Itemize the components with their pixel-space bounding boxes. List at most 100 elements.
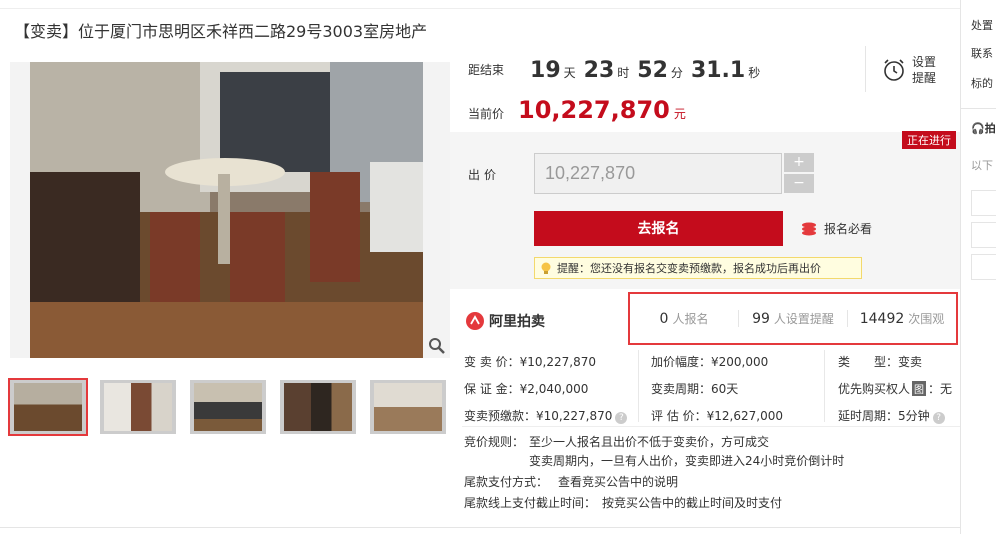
bid-increase-button[interactable]: + xyxy=(784,153,814,172)
thumbnail-2[interactable] xyxy=(100,380,176,434)
info-value: 无 xyxy=(940,382,953,396)
column-divider xyxy=(824,350,825,422)
tip-box: 提醒：您还没有报名交变卖预缴款，报名成功后再出价 xyxy=(534,257,862,279)
bid-label: 出价 xyxy=(468,168,501,182)
info-label: 变 卖 价： xyxy=(464,355,520,369)
payment-deadline-label: 尾款线上支付截止时间： xyxy=(464,496,597,510)
tip-text: 提醒：您还没有报名交变卖预缴款，报名成功后再出价 xyxy=(557,262,821,275)
sidebar-item-disposal[interactable]: 处置 xyxy=(971,17,993,33)
countdown-minutes: 52 xyxy=(637,58,668,83)
current-price-value: 10,227,870 xyxy=(518,96,670,124)
countdown-minutes-unit: 分 xyxy=(670,66,683,80)
sidebar-item-contact[interactable]: 联系 xyxy=(971,45,993,61)
stat-signups: 0 人报名 xyxy=(630,310,739,327)
info-label: 优先购买权人 xyxy=(838,382,911,396)
thumbnail-3[interactable] xyxy=(190,380,266,434)
countdown-seconds: 31.1 xyxy=(690,58,746,83)
info-value: ¥200,000 xyxy=(711,355,769,369)
current-price-unit: 元 xyxy=(673,107,686,121)
coins-icon xyxy=(802,222,816,235)
bid-stepper: + − xyxy=(784,153,814,195)
signup-button[interactable]: 去报名 xyxy=(534,211,783,246)
payment-deadline: 尾款线上支付截止时间： 按竞买公告中的截止时间及时支付 xyxy=(464,494,782,511)
status-badge: 正在进行 xyxy=(902,131,956,149)
info-period: 变卖周期：60天 xyxy=(651,380,738,397)
sidebar-item-target[interactable]: 标的 xyxy=(971,75,993,91)
info-label: 变卖预缴款： xyxy=(464,409,537,423)
user-icon[interactable] xyxy=(971,222,996,248)
info-value: 变卖 xyxy=(898,355,923,369)
column-divider xyxy=(638,350,639,422)
countdown-seconds-unit: 秒 xyxy=(748,66,761,80)
info-value: ¥2,040,000 xyxy=(519,382,589,396)
payment-deadline-value: 按竞买公告中的截止时间及时支付 xyxy=(602,496,783,510)
preemption-badge[interactable]: 图 xyxy=(912,381,927,396)
current-price-row: 当前价 10,227,870 元 xyxy=(468,96,686,124)
remind-line2: 提醒 xyxy=(912,71,937,85)
info-value: ¥10,227,870 xyxy=(536,409,613,423)
stat-reminders-count: 99 xyxy=(752,311,770,327)
countdown-days: 19 xyxy=(530,58,561,83)
thumbnail-strip xyxy=(8,378,446,436)
help-icon[interactable]: ? xyxy=(615,412,628,424)
payment-method: 尾款支付方式： 查看竞买公告中的说明 xyxy=(464,473,678,490)
info-delay: 延时周期：5分钟? xyxy=(838,407,945,424)
info-label: 加价幅度： xyxy=(651,355,712,369)
current-price-label: 当前价 xyxy=(468,107,505,121)
zoom-icon[interactable] xyxy=(428,337,446,359)
bid-decrease-button[interactable]: − xyxy=(784,174,814,193)
grid-icon[interactable] xyxy=(971,254,996,280)
rules-line1: 至少一人报名且出价不低于变卖价，方可成交 xyxy=(529,435,770,449)
person-icon[interactable] xyxy=(971,190,996,216)
countdown-label: 距结束 xyxy=(468,63,505,77)
info-value: 5分钟 xyxy=(898,409,930,423)
info-label: 评 估 价： xyxy=(651,409,707,423)
stat-reminders-label: 人设置提醒 xyxy=(773,312,834,326)
right-sidebar: 处置 联系 标的 🎧拍 以下 xyxy=(960,0,996,534)
alibaba-auction-icon xyxy=(466,312,484,330)
countdown-hours-unit: 时 xyxy=(617,66,630,80)
bid-amount-input[interactable] xyxy=(534,153,782,194)
thumbnail-4[interactable] xyxy=(280,380,356,434)
bottom-divider xyxy=(0,527,960,528)
stat-signups-label: 人报名 xyxy=(672,312,709,326)
rules-label: 竞价规则： xyxy=(464,435,525,449)
info-prepayment: 变卖预缴款：¥10,227,870? xyxy=(464,407,628,424)
sidebar-sub: 以下 xyxy=(971,159,993,172)
payment-method-value: 查看竞买公告中的说明 xyxy=(558,475,679,489)
info-type: 类 型：变卖 xyxy=(838,353,922,370)
brand-name: 阿里拍卖 xyxy=(489,314,545,330)
rules-line2: 变卖周期内，一旦有人出价，变卖即进入24小时竞价倒计时 xyxy=(529,454,845,468)
payment-method-label: 尾款支付方式： xyxy=(464,475,549,489)
thumbnail-5[interactable] xyxy=(370,380,446,434)
info-divider xyxy=(462,426,960,427)
info-appraisal: 评 估 价：¥12,627,000 xyxy=(651,407,783,424)
info-value: ¥10,227,870 xyxy=(519,355,596,369)
sidebar-section-label: 拍 xyxy=(984,122,996,135)
info-sell-price: 变 卖 价：¥10,227,870 xyxy=(464,353,596,370)
info-preemption: 优先购买权人图：无 xyxy=(838,381,953,396)
must-see-link[interactable]: 报名必看 xyxy=(800,220,872,237)
must-see-label: 报名必看 xyxy=(824,222,873,236)
stat-views: 14492 次围观 xyxy=(848,310,956,327)
countdown-days-unit: 天 xyxy=(563,66,576,80)
countdown-divider xyxy=(865,46,866,92)
info-deposit: 保 证 金：¥2,040,000 xyxy=(464,380,588,397)
thumbnail-1[interactable] xyxy=(8,378,88,436)
main-photo[interactable] xyxy=(10,62,450,358)
info-label: 保 证 金： xyxy=(464,382,520,396)
countdown-hours: 23 xyxy=(583,58,615,83)
page-title: 【变卖】位于厦门市思明区禾祥西二路29号3003室房地产 xyxy=(14,22,428,41)
sidebar-divider xyxy=(961,108,996,109)
sidebar-section: 🎧拍 xyxy=(971,120,996,136)
stat-views-count: 14492 xyxy=(859,311,905,327)
stat-reminders: 99 人设置提醒 xyxy=(739,310,848,327)
top-divider xyxy=(0,8,960,9)
help-icon[interactable]: ? xyxy=(932,412,945,424)
set-reminder-button[interactable]: 设置 提醒 xyxy=(882,54,936,86)
remind-line1: 设置 xyxy=(912,55,937,69)
info-label: 类 型： xyxy=(838,355,899,369)
stat-views-label: 次围观 xyxy=(908,312,945,326)
stats-box: 0 人报名 99 人设置提醒 14492 次围观 xyxy=(628,292,958,345)
countdown: 距结束 19 天 23 时 52 分 31.1 秒 xyxy=(468,58,760,83)
